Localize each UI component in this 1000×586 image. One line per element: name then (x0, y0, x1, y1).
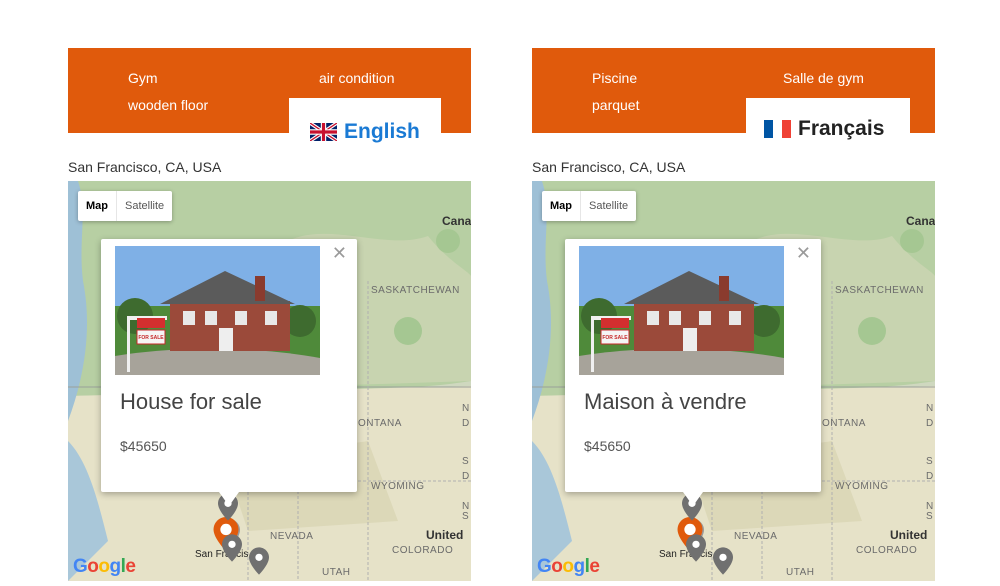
address-label: San Francisco, CA, USA (68, 159, 222, 175)
map-label-edge: S (926, 511, 934, 522)
map-label-edge: N (926, 403, 934, 414)
listing-panel-french: Piscine Salle de gym parquet Français Sa… (532, 48, 935, 586)
map-label-edge: D (462, 418, 470, 429)
map-label-montana: ONTANA (358, 418, 402, 429)
map-label-wyoming: WYOMING (835, 481, 889, 492)
features-bar: Gym air condition wooden floor English (68, 48, 471, 143)
info-window-tail (683, 492, 703, 506)
map-type-map-button[interactable]: Map (78, 191, 117, 221)
language-tab-english[interactable]: English (289, 98, 441, 143)
map-view[interactable]: Cana SASKATCHEWAN ONTANA WYOMING NEVADA … (532, 181, 935, 581)
house-photo: FOR SALE (115, 246, 320, 375)
close-icon[interactable]: ✕ (796, 243, 811, 263)
map-label-edge: N (462, 403, 470, 414)
map-label-colorado: COLORADO (856, 545, 918, 556)
map-label-edge: D (926, 418, 934, 429)
map-label-edge: D (926, 471, 934, 482)
language-label[interactable]: English (344, 120, 420, 144)
listing-title[interactable]: Maison à vendre (584, 389, 747, 415)
feature-item: parquet (592, 97, 640, 113)
map-label-edge: D (462, 471, 470, 482)
map-label-montana: ONTANA (822, 418, 866, 429)
map-label-saskatchewan: SASKATCHEWAN (835, 285, 924, 296)
house-photo: FOR SALE (579, 246, 784, 375)
for-sale-sign: FOR SALE (138, 335, 164, 341)
google-logo: Google (73, 556, 136, 577)
feature-item: air condition (319, 70, 395, 86)
listing-panel-english: Gym air condition wooden floor English S… (68, 48, 471, 586)
map-label-colorado: COLORADO (392, 545, 454, 556)
map-label-utah: UTAH (786, 567, 815, 578)
listing-title[interactable]: House for sale (120, 389, 262, 415)
feature-item: Gym (128, 70, 158, 86)
info-window: ✕ FOR SALE House for sale $45650 (101, 239, 357, 506)
map-marker-icon[interactable] (713, 547, 733, 575)
map-marker-icon[interactable] (686, 534, 706, 562)
for-sale-sign: FOR SALE (602, 335, 628, 341)
uk-flag-icon (310, 123, 337, 141)
map-type-map-button[interactable]: Map (542, 191, 581, 221)
map-type-satellite-button[interactable]: Satellite (117, 191, 172, 221)
map-label-saskatchewan: SASKATCHEWAN (371, 285, 460, 296)
address-label: San Francisco, CA, USA (532, 159, 686, 175)
map-label-canada: Cana (442, 214, 471, 228)
language-label[interactable]: Français (798, 117, 884, 141)
google-logo: Google (537, 556, 600, 577)
map-label-nevada: NEVADA (734, 531, 778, 542)
map-label-united: United (890, 528, 928, 542)
france-flag-icon (764, 120, 791, 138)
features-bar: Piscine Salle de gym parquet Français (532, 48, 935, 140)
map-label-wyoming: WYOMING (371, 481, 425, 492)
listing-price: $45650 (120, 438, 167, 454)
map-marker-icon[interactable] (222, 534, 242, 562)
map-label-utah: UTAH (322, 567, 351, 578)
feature-item: Salle de gym (783, 70, 864, 86)
close-icon[interactable]: ✕ (332, 243, 347, 263)
map-label-edge: S (926, 456, 934, 467)
listing-price: $45650 (584, 438, 631, 454)
map-type-control: Map Satellite (542, 191, 637, 221)
info-window: ✕ FOR SALE Maison à vendre $45650 (565, 239, 821, 506)
map-label-edge: S (462, 456, 470, 467)
map-type-satellite-button[interactable]: Satellite (581, 191, 636, 221)
map-marker-icon[interactable] (249, 547, 269, 575)
feature-item: wooden floor (128, 97, 209, 113)
info-window-tail (219, 492, 239, 506)
map-label-edge: S (462, 511, 470, 522)
language-tab-french[interactable]: Français (746, 98, 910, 141)
map-view[interactable]: Cana SASKATCHEWAN ONTANA WYOMING NEVADA … (68, 181, 471, 581)
map-label-nevada: NEVADA (270, 531, 314, 542)
feature-item: Piscine (592, 70, 638, 86)
map-label-united: United (426, 528, 464, 542)
map-type-control: Map Satellite (78, 191, 173, 221)
map-label-canada: Cana (906, 214, 935, 228)
